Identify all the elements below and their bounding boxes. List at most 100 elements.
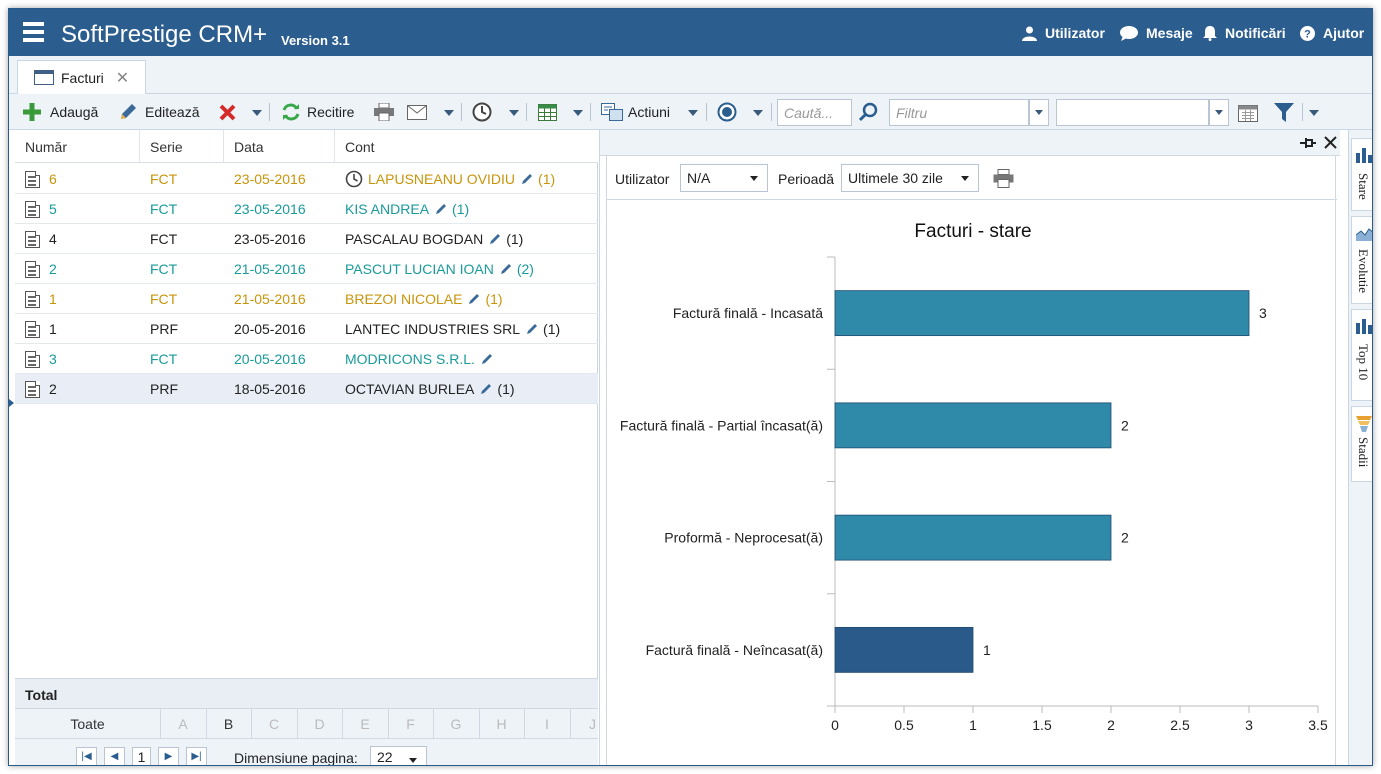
document-icon <box>25 321 40 338</box>
alpha-filter-letter[interactable]: B <box>205 709 251 739</box>
collapse-arrow-icon[interactable] <box>9 399 14 407</box>
column-header-cont[interactable]: Cont <box>335 130 598 163</box>
side-tab-stadii[interactable]: Stadii <box>1351 406 1372 482</box>
calendar-icon <box>1238 104 1258 122</box>
grid-view-dropdown-caret[interactable] <box>573 110 583 116</box>
pin-icon[interactable] <box>1300 137 1316 149</box>
document-icon <box>25 261 40 278</box>
alpha-filter-letter[interactable]: G <box>433 709 478 739</box>
app-title: SoftPrestige CRM+ <box>61 21 268 48</box>
side-tab-evolutie[interactable]: Evolutie <box>1351 216 1372 304</box>
cell-serie: FCT <box>150 351 178 367</box>
pencil-icon[interactable] <box>526 323 538 335</box>
funnel-stages-icon <box>1356 416 1372 432</box>
secondary-filter-dropdown-button[interactable] <box>1209 99 1229 126</box>
add-button[interactable]: Adaugă <box>23 102 98 122</box>
table-row[interactable]: 6 FCT 23-05-2016 LAPUSNEANU OVIDIU (1) <box>15 164 598 194</box>
pencil-icon[interactable] <box>468 293 480 305</box>
email-dropdown-caret[interactable] <box>444 110 454 116</box>
filter-dropdown-button[interactable] <box>1029 99 1049 126</box>
pencil-icon[interactable] <box>480 383 492 395</box>
table-row[interactable]: 2 FCT 21-05-2016 PASCUT LUCIAN IOAN (2) <box>15 254 598 284</box>
toolbar-separator <box>771 103 772 121</box>
tab-facturi[interactable]: Facturi ✕ <box>17 60 146 94</box>
actions-dropdown-caret[interactable] <box>688 110 698 116</box>
cont-count: (1) <box>543 321 561 337</box>
page-size-select[interactable]: 22 <box>370 746 427 765</box>
pencil-icon[interactable] <box>435 203 447 215</box>
cell-cont[interactable]: KIS ANDREA (1) <box>345 194 595 224</box>
history-dropdown-caret[interactable] <box>509 110 519 116</box>
column-header-serie[interactable]: Serie <box>140 130 224 163</box>
current-page-input[interactable]: 1 <box>132 747 151 765</box>
first-page-icon[interactable]: |◀ <box>76 747 97 765</box>
alpha-filter-letter[interactable]: C <box>251 709 296 739</box>
search-button[interactable] <box>859 102 879 122</box>
filter-input[interactable]: Filtru <box>889 99 1029 126</box>
print-button[interactable] <box>374 102 394 122</box>
search-input[interactable]: Caută... <box>777 99 852 126</box>
table-row[interactable]: 3 FCT 20-05-2016 MODRICONS S.R.L. <box>15 344 598 374</box>
header-user-link[interactable]: Utilizator <box>1022 25 1105 41</box>
table-row[interactable]: 1 FCT 21-05-2016 BREZOI NICOLAE (1) <box>15 284 598 314</box>
column-header-numar[interactable]: Număr <box>15 130 140 163</box>
alpha-filter-all[interactable]: Toate <box>15 709 160 739</box>
secondary-filter-input[interactable] <box>1056 99 1209 126</box>
table-row[interactable]: 4 FCT 23-05-2016 PASCALAU BOGDAN (1) <box>15 224 598 254</box>
delete-dropdown-caret[interactable] <box>252 110 262 116</box>
alphabet-filter-bar: Toate ABCDEFGHIJ <box>15 708 598 739</box>
target-button[interactable] <box>717 102 737 122</box>
side-tab-strip: Stare Evolutie Top 10 Stadii <box>1348 130 1372 765</box>
close-panel-icon[interactable] <box>1324 136 1337 149</box>
reload-button[interactable]: Recitire <box>281 102 354 122</box>
cell-cont[interactable]: PASCALAU BOGDAN (1) <box>345 224 595 254</box>
next-page-icon[interactable]: ▶ <box>158 747 179 765</box>
header-notifications-link[interactable]: Notificări <box>1203 25 1286 41</box>
period-filter-select[interactable]: Ultimele 30 zile <box>841 164 979 192</box>
table-row[interactable]: 5 FCT 23-05-2016 KIS ANDREA (1) <box>15 194 598 224</box>
pencil-icon[interactable] <box>500 263 512 275</box>
last-page-icon[interactable]: ▶| <box>186 747 207 765</box>
alpha-filter-letter[interactable]: E <box>342 709 387 739</box>
header-messages-link[interactable]: Mesaje <box>1120 25 1193 41</box>
email-button[interactable] <box>407 102 427 122</box>
alpha-filter-letter[interactable]: F <box>387 709 433 739</box>
cell-cont[interactable]: PASCUT LUCIAN IOAN (2) <box>345 254 595 284</box>
tab-close-icon[interactable]: ✕ <box>116 68 129 88</box>
alpha-filter-letter[interactable]: D <box>296 709 342 739</box>
edit-button[interactable]: Editează <box>119 102 199 122</box>
pencil-icon[interactable] <box>489 233 501 245</box>
side-tab-stare[interactable]: Stare <box>1351 138 1372 211</box>
pencil-icon[interactable] <box>481 353 493 365</box>
cell-data: 20-05-2016 <box>234 351 306 367</box>
cell-serie: FCT <box>150 171 178 187</box>
history-button[interactable] <box>472 102 492 122</box>
pencil-icon[interactable] <box>521 173 533 185</box>
cont-count: (2) <box>516 261 534 277</box>
header-help-link[interactable]: ? Ajutor <box>1300 25 1364 41</box>
actions-button[interactable]: Actiuni <box>601 102 670 122</box>
cell-cont[interactable]: BREZOI NICOLAE (1) <box>345 284 595 314</box>
cell-cont[interactable]: OCTAVIAN BURLEA (1) <box>345 374 595 404</box>
delete-button[interactable] <box>219 102 236 122</box>
cell-cont[interactable]: LAPUSNEANU OVIDIU (1) <box>345 164 595 194</box>
column-header-data[interactable]: Data <box>224 130 335 163</box>
grid-view-button[interactable] <box>538 102 557 122</box>
table-row[interactable]: 2 PRF 18-05-2016 OCTAVIAN BURLEA (1) <box>15 374 598 404</box>
funnel-dropdown-caret[interactable] <box>1309 110 1319 116</box>
prev-page-icon[interactable]: ◀ <box>104 747 125 765</box>
user-filter-select[interactable]: N/A <box>680 164 768 192</box>
chart-print-icon[interactable] <box>993 169 1014 188</box>
filter-funnel-button[interactable] <box>1274 102 1294 122</box>
table-row[interactable]: 1 PRF 20-05-2016 LANTEC INDUSTRIES SRL (1) <box>15 314 598 344</box>
target-dropdown-caret[interactable] <box>753 110 763 116</box>
cell-cont[interactable]: LANTEC INDUSTRIES SRL (1) <box>345 314 595 344</box>
alpha-filter-letter[interactable]: I <box>524 709 569 739</box>
cell-data: 21-05-2016 <box>234 261 306 277</box>
cell-cont[interactable]: MODRICONS S.R.L. <box>345 344 595 374</box>
alpha-filter-letter[interactable]: H <box>478 709 524 739</box>
alpha-filter-letter[interactable]: A <box>160 709 205 739</box>
side-tab-top10[interactable]: Top 10 <box>1351 309 1372 401</box>
calendar-button[interactable] <box>1238 102 1258 122</box>
hamburger-menu-icon[interactable] <box>23 22 44 42</box>
